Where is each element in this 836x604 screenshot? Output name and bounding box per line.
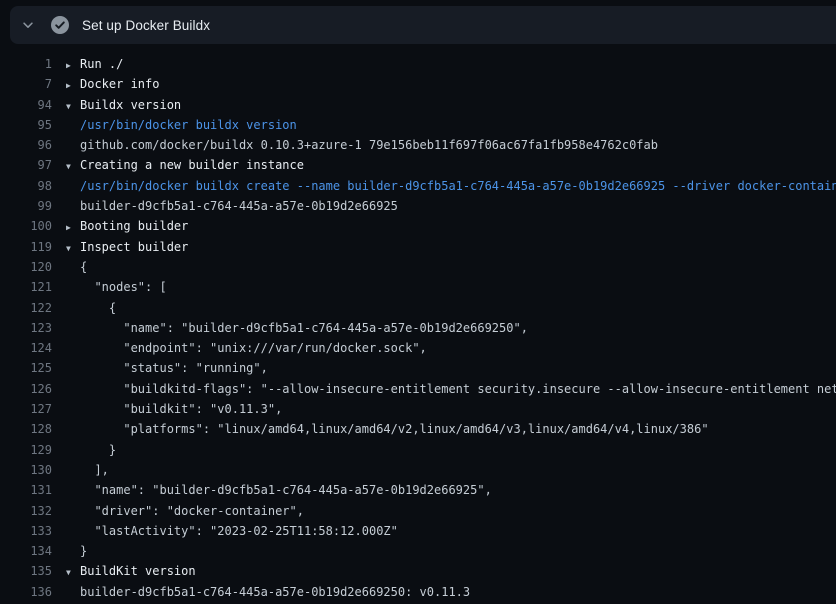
line-number[interactable]: 131: [0, 480, 52, 500]
log-line: 96 github.com/docker/buildx 0.10.3+azure…: [0, 135, 836, 155]
log-line: 100 ▶ Booting builder: [0, 216, 836, 236]
log-line-text[interactable]: BuildKit version: [80, 561, 196, 581]
log-line: 7 ▶ Docker info: [0, 74, 836, 94]
line-number[interactable]: 96: [0, 135, 52, 155]
line-number[interactable]: 100: [0, 216, 52, 236]
log-line-text[interactable]: Creating a new builder instance: [80, 155, 304, 175]
log-line-text: /usr/bin/docker buildx create --name bui…: [80, 176, 836, 196]
group-toggle-icon[interactable]: ▶: [66, 56, 80, 74]
log-line: 1 ▶ Run ./: [0, 54, 836, 74]
log-line: 129 }: [0, 440, 836, 460]
line-number[interactable]: 133: [0, 521, 52, 541]
group-toggle-icon[interactable]: ▼: [66, 239, 80, 257]
log-line: 127 "buildkit": "v0.11.3",: [0, 399, 836, 419]
line-number[interactable]: 99: [0, 196, 52, 216]
log-line: 123 "name": "builder-d9cfb5a1-c764-445a-…: [0, 318, 836, 338]
line-number[interactable]: 130: [0, 460, 52, 480]
log-line: 134 }: [0, 541, 836, 561]
chevron-down-icon[interactable]: [20, 17, 36, 33]
log-line: 97 ▼ Creating a new builder instance: [0, 155, 836, 175]
line-number[interactable]: 121: [0, 277, 52, 297]
log-line: 95 /usr/bin/docker buildx version: [0, 115, 836, 135]
log-line-text[interactable]: Docker info: [80, 74, 159, 94]
log-line-text: builder-d9cfb5a1-c764-445a-a57e-0b19d2e6…: [80, 582, 470, 602]
line-number[interactable]: 124: [0, 338, 52, 358]
log-line: 98 /usr/bin/docker buildx create --name …: [0, 176, 836, 196]
line-number[interactable]: 122: [0, 298, 52, 318]
line-number[interactable]: 136: [0, 582, 52, 602]
log-line-text[interactable]: Buildx version: [80, 95, 181, 115]
group-toggle-icon[interactable]: ▶: [66, 218, 80, 236]
log-line: 130 ],: [0, 460, 836, 480]
step-header[interactable]: Set up Docker Buildx: [10, 6, 836, 44]
log-line-text: github.com/docker/buildx 0.10.3+azure-1 …: [80, 135, 658, 155]
group-toggle-icon[interactable]: ▼: [66, 563, 80, 581]
log-line: 124 "endpoint": "unix:///var/run/docker.…: [0, 338, 836, 358]
line-number[interactable]: 119: [0, 237, 52, 257]
log-line-text: "lastActivity": "2023-02-25T11:58:12.000…: [80, 521, 398, 541]
log-line-text: {: [80, 298, 116, 318]
line-number[interactable]: 94: [0, 95, 52, 115]
line-number[interactable]: 120: [0, 257, 52, 277]
line-number[interactable]: 135: [0, 561, 52, 581]
log-line: 136 builder-d9cfb5a1-c764-445a-a57e-0b19…: [0, 582, 836, 602]
log-line: 126 "buildkitd-flags": "--allow-insecure…: [0, 379, 836, 399]
group-toggle-icon[interactable]: ▶: [66, 76, 80, 94]
step-title[interactable]: Set up Docker Buildx: [82, 18, 210, 33]
line-number[interactable]: 126: [0, 379, 52, 399]
line-number[interactable]: 1: [0, 54, 52, 74]
log-line-text: "platforms": "linux/amd64,linux/amd64/v2…: [80, 419, 709, 439]
line-number[interactable]: 129: [0, 440, 52, 460]
log-line: 128 "platforms": "linux/amd64,linux/amd6…: [0, 419, 836, 439]
log-line-text: /usr/bin/docker buildx version: [80, 115, 297, 135]
line-number[interactable]: 95: [0, 115, 52, 135]
log-line: 99 builder-d9cfb5a1-c764-445a-a57e-0b19d…: [0, 196, 836, 216]
log-line-text: "name": "builder-d9cfb5a1-c764-445a-a57e…: [80, 480, 492, 500]
log-line: 133 "lastActivity": "2023-02-25T11:58:12…: [0, 521, 836, 541]
log-line-text: "buildkitd-flags": "--allow-insecure-ent…: [80, 379, 836, 399]
log-line-text: {: [80, 257, 87, 277]
log-line: 131 "name": "builder-d9cfb5a1-c764-445a-…: [0, 480, 836, 500]
log-line-text: }: [80, 440, 116, 460]
log-line: 132 "driver": "docker-container",: [0, 501, 836, 521]
log-line-text: "status": "running",: [80, 358, 268, 378]
log-line-text: "driver": "docker-container",: [80, 501, 304, 521]
line-number[interactable]: 127: [0, 399, 52, 419]
line-number[interactable]: 134: [0, 541, 52, 561]
log-line-text: "endpoint": "unix:///var/run/docker.sock…: [80, 338, 427, 358]
log-lines: 1 ▶ Run ./ 7 ▶ Docker info 94 ▼ Buildx v…: [0, 44, 836, 604]
log-line-text[interactable]: Inspect builder: [80, 237, 188, 257]
line-number[interactable]: 7: [0, 74, 52, 94]
check-circle-icon: [51, 16, 69, 34]
log-line-text: "buildkit": "v0.11.3",: [80, 399, 282, 419]
line-number[interactable]: 97: [0, 155, 52, 175]
log-line: 125 "status": "running",: [0, 358, 836, 378]
log-line: 135 ▼ BuildKit version: [0, 561, 836, 581]
log-line-text[interactable]: Booting builder: [80, 216, 188, 236]
log-line-text: }: [80, 541, 87, 561]
log-line-text: "nodes": [: [80, 277, 167, 297]
line-number[interactable]: 132: [0, 501, 52, 521]
log-line-text: "name": "builder-d9cfb5a1-c764-445a-a57e…: [80, 318, 528, 338]
group-toggle-icon[interactable]: ▼: [66, 97, 80, 115]
group-toggle-icon[interactable]: ▼: [66, 157, 80, 175]
log-line: 94 ▼ Buildx version: [0, 95, 836, 115]
log-line-text: builder-d9cfb5a1-c764-445a-a57e-0b19d2e6…: [80, 196, 398, 216]
log-line-text: ],: [80, 460, 109, 480]
line-number[interactable]: 123: [0, 318, 52, 338]
log-line: 122 {: [0, 298, 836, 318]
log-line-text[interactable]: Run ./: [80, 54, 123, 74]
line-number[interactable]: 98: [0, 176, 52, 196]
log-line: 120 {: [0, 257, 836, 277]
log-line: 119 ▼ Inspect builder: [0, 237, 836, 257]
line-number[interactable]: 128: [0, 419, 52, 439]
line-number[interactable]: 125: [0, 358, 52, 378]
log-line: 121 "nodes": [: [0, 277, 836, 297]
